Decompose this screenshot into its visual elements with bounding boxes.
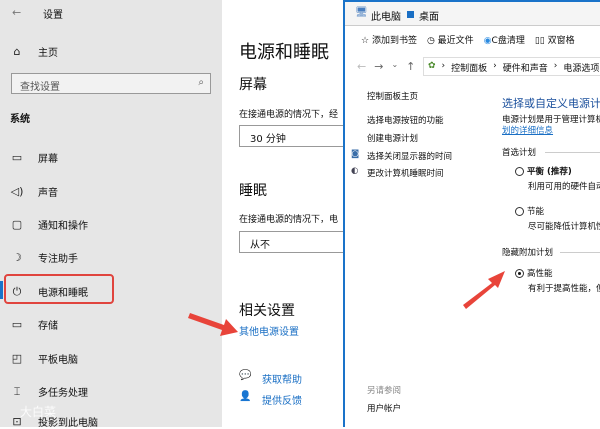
arrow-to-high-performance xyxy=(463,271,505,309)
arrow-to-other-power-settings xyxy=(188,313,238,336)
annotation-arrows xyxy=(188,271,505,336)
